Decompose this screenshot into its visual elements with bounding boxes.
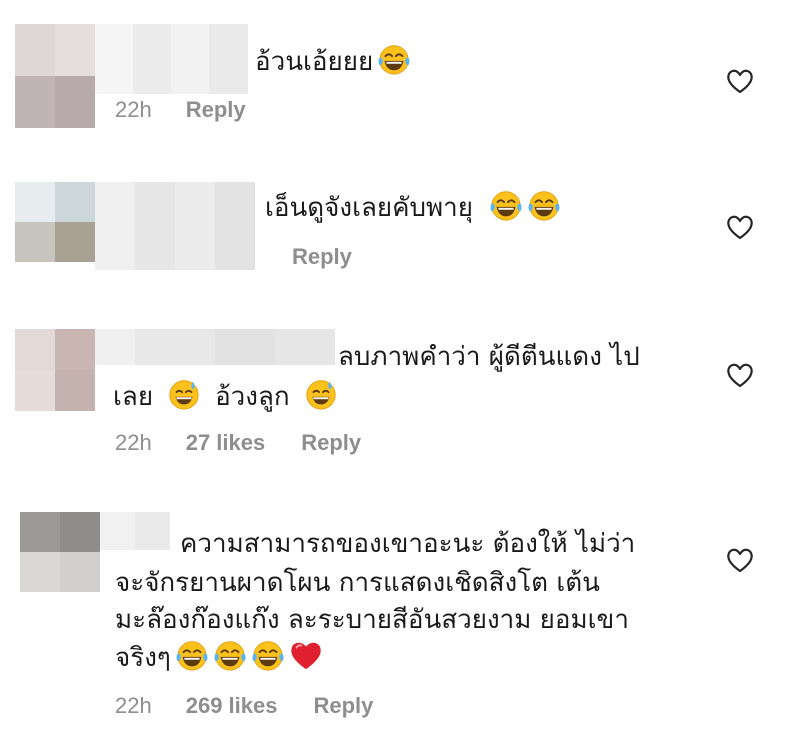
- comment-text-line-3: มะล๊องก๊องแก๊ง ละระบายสีอันสวยงาม ยอมเขา: [115, 605, 629, 635]
- laugh-cry-emoji: [213, 638, 247, 672]
- comment-text-line-4: จริงๆ: [115, 638, 323, 678]
- username-blurred[interactable]: [100, 512, 170, 550]
- comment-meta: Reply: [292, 244, 352, 270]
- comment-meta: 22h Reply: [115, 97, 246, 123]
- comment-text: ความสามารถของเขาอะนะ ต้องให้ ไม่ว่า: [180, 529, 636, 559]
- comment-meta: 22h 27 likes Reply: [115, 430, 361, 456]
- heart-outline-icon[interactable]: [726, 362, 754, 388]
- comment-text-line-2: จะจักรยานผาดโผน การแสดงเชิดสิงโต เต้น: [115, 568, 600, 598]
- username-blurred[interactable]: [95, 329, 335, 365]
- heart-outline-icon[interactable]: [726, 547, 754, 573]
- timestamp: 22h: [115, 693, 152, 718]
- laugh-cry-emoji: [251, 638, 285, 672]
- reply-button[interactable]: Reply: [301, 430, 361, 456]
- reply-button[interactable]: Reply: [186, 97, 246, 123]
- laugh-cry-emoji: [175, 638, 209, 672]
- comment-meta: 22h 269 likes Reply: [115, 693, 373, 719]
- sweat-smile-emoji: [304, 377, 338, 411]
- comment-text: อ้วนเอ้ยยย: [255, 42, 411, 82]
- timestamp: 22h: [115, 97, 152, 122]
- heart-outline-icon[interactable]: [726, 214, 754, 240]
- reply-button[interactable]: Reply: [292, 244, 352, 270]
- laugh-cry-emoji: [489, 188, 523, 222]
- avatar[interactable]: [15, 182, 95, 262]
- likes-count[interactable]: 269 likes: [186, 693, 278, 719]
- reply-button[interactable]: Reply: [313, 693, 373, 719]
- comment-text: ลบภาพคำว่า ผู้ดีตีนแดง ไป: [338, 342, 640, 372]
- avatar[interactable]: [20, 512, 100, 592]
- comment-text-line-2: เลย อ้วงลูก: [113, 377, 338, 417]
- heart-outline-icon[interactable]: [726, 68, 754, 94]
- timestamp: 22h: [115, 430, 152, 455]
- username-blurred[interactable]: [95, 24, 248, 94]
- username-blurred[interactable]: [95, 182, 255, 270]
- sweat-smile-emoji: [167, 377, 201, 411]
- avatar[interactable]: [15, 329, 95, 411]
- laugh-cry-emoji: [377, 42, 411, 76]
- likes-count[interactable]: 27 likes: [186, 430, 266, 456]
- avatar[interactable]: [15, 24, 95, 128]
- red-heart-emoji: [289, 638, 323, 672]
- comment-text: เอ็นดูจังเลยคับพายุ: [265, 188, 561, 228]
- laugh-cry-emoji: [527, 188, 561, 222]
